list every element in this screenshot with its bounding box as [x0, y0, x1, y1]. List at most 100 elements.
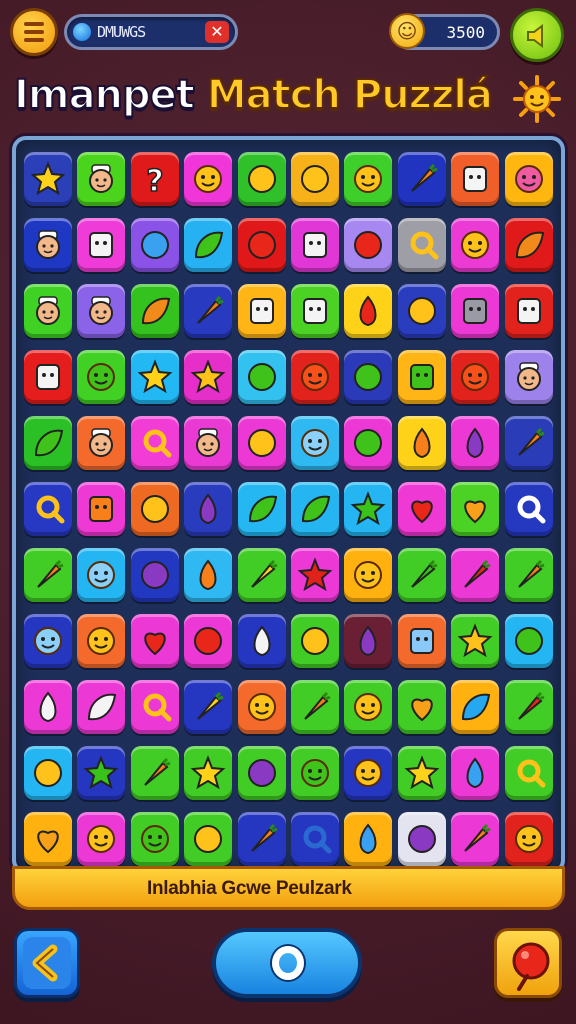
tile-magnifier-blue[interactable] [291, 812, 339, 866]
tile-banana[interactable] [237, 416, 286, 470]
tile-rainbow-cake[interactable] [504, 746, 553, 800]
tile-sun-face[interactable] [24, 152, 72, 206]
tile-green-ghost[interactable] [77, 350, 126, 404]
tile-eggplant[interactable] [184, 482, 233, 536]
tile-box-face[interactable] [291, 284, 339, 338]
tile-white-seed[interactable] [24, 680, 72, 734]
tile-star[interactable] [184, 350, 233, 404]
tile-orange-face[interactable] [344, 746, 393, 800]
tile-orange-box[interactable] [77, 482, 126, 536]
tile-orange-face[interactable] [344, 548, 393, 602]
tile-sprout[interactable] [24, 416, 72, 470]
sound-button[interactable] [510, 8, 564, 62]
tile-person-chef[interactable] [24, 218, 72, 272]
tile-tag[interactable] [130, 416, 179, 470]
tile-red-chili[interactable] [504, 680, 553, 734]
tile-teal-gem[interactable] [397, 284, 446, 338]
tile-person-white[interactable] [77, 152, 126, 206]
tile-grape-purple[interactable] [130, 548, 179, 602]
tile-crayon[interactable] [237, 812, 286, 866]
tile-brown-ring[interactable] [397, 218, 446, 272]
tile-green-blob[interactable] [237, 350, 286, 404]
tile-face-orange[interactable] [237, 680, 286, 734]
tile-face-yellow[interactable] [504, 812, 553, 866]
hint-button[interactable] [494, 928, 562, 998]
tile-robot-grey[interactable] [451, 284, 500, 338]
tile-green-star[interactable] [344, 482, 393, 536]
tile-carrot-orange[interactable] [130, 746, 179, 800]
tile-maraca[interactable] [184, 812, 233, 866]
tile-green-face[interactable] [291, 746, 339, 800]
tile-blue-face[interactable] [291, 416, 339, 470]
tile-smiley[interactable] [184, 152, 233, 206]
tile-eggplant[interactable] [451, 416, 500, 470]
tile-heart-red[interactable] [130, 614, 179, 668]
tile-sun[interactable] [130, 350, 179, 404]
tile-jar-face[interactable] [504, 284, 553, 338]
tile-heart-gold[interactable] [24, 812, 72, 866]
tile-smiley[interactable] [344, 152, 393, 206]
tile-fish[interactable] [397, 416, 446, 470]
tile-carrot[interactable] [397, 152, 446, 206]
search-field[interactable]: DMUWGS ✕ [64, 14, 238, 50]
tile-ghost-face[interactable] [451, 218, 500, 272]
tile-yellow-face[interactable] [344, 680, 393, 734]
tile-carrot-cone[interactable] [504, 416, 553, 470]
tile-orange-swirl[interactable] [130, 482, 179, 536]
tile-grapes[interactable] [237, 218, 286, 272]
tile-leaf-orange[interactable] [504, 218, 553, 272]
tile-turtle[interactable] [291, 482, 339, 536]
tile-pencil[interactable] [504, 548, 553, 602]
tile-fire-face[interactable] [291, 350, 339, 404]
tile-basket[interactable] [451, 152, 500, 206]
tile-person-chef[interactable] [77, 416, 126, 470]
tile-red-heart[interactable] [397, 482, 446, 536]
tile-smiley-red[interactable] [451, 350, 500, 404]
tile-lemon[interactable] [291, 152, 339, 206]
tile-apple[interactable] [344, 218, 393, 272]
tile-purple-oval[interactable] [237, 746, 286, 800]
tile-white-leaf[interactable] [77, 680, 126, 734]
tile-purple-circle[interactable] [397, 812, 446, 866]
tile-blue-whale[interactable] [451, 746, 500, 800]
tile-gold-star[interactable] [451, 614, 500, 668]
tile-strawberry[interactable] [237, 152, 286, 206]
tile-red-star[interactable] [291, 548, 339, 602]
tile-carrot-orange[interactable] [451, 812, 500, 866]
tile-orange-drop[interactable] [184, 548, 233, 602]
tile-green-pepper[interactable] [397, 548, 446, 602]
tile-tomato[interactable] [184, 614, 233, 668]
tile-carrot[interactable] [184, 284, 233, 338]
tile-blue-lolly[interactable] [344, 812, 393, 866]
tile-robot[interactable] [237, 284, 286, 338]
tile-green-apple[interactable] [504, 614, 553, 668]
menu-button[interactable] [10, 8, 58, 56]
tile-pepper-yellow[interactable] [237, 548, 286, 602]
tile-red-drop[interactable] [344, 284, 393, 338]
tile-crystal[interactable] [291, 218, 339, 272]
close-button[interactable]: ✕ [205, 21, 229, 43]
tile-green-lemon[interactable] [344, 350, 393, 404]
tile-question[interactable]: ? [130, 152, 179, 206]
tile-orange-heart[interactable] [451, 482, 500, 536]
tile-blue-face[interactable] [77, 548, 126, 602]
tile-smiley-orange[interactable] [77, 614, 126, 668]
tile-green-leaf[interactable] [237, 482, 286, 536]
tile-cloud-face[interactable] [24, 614, 72, 668]
tile-carrot-red[interactable] [451, 548, 500, 602]
tile-leaf-green[interactable] [184, 218, 233, 272]
tile-green-face[interactable] [130, 812, 179, 866]
tile-magnifier-white[interactable] [504, 482, 553, 536]
tile-face-pink[interactable] [504, 152, 553, 206]
tile-bow[interactable] [130, 680, 179, 734]
tile-chili[interactable] [24, 548, 72, 602]
tile-sun[interactable] [184, 746, 233, 800]
tile-blue-leaf[interactable] [451, 680, 500, 734]
tile-green-lemon[interactable] [344, 416, 393, 470]
tile-carrot-yellow[interactable] [184, 680, 233, 734]
tile-green-box[interactable] [397, 350, 446, 404]
tile-smiley-yellow[interactable] [77, 812, 126, 866]
tile-blue-crystal[interactable] [397, 614, 446, 668]
tile-orange-blob[interactable] [291, 614, 339, 668]
tile-person-chef[interactable] [184, 416, 233, 470]
